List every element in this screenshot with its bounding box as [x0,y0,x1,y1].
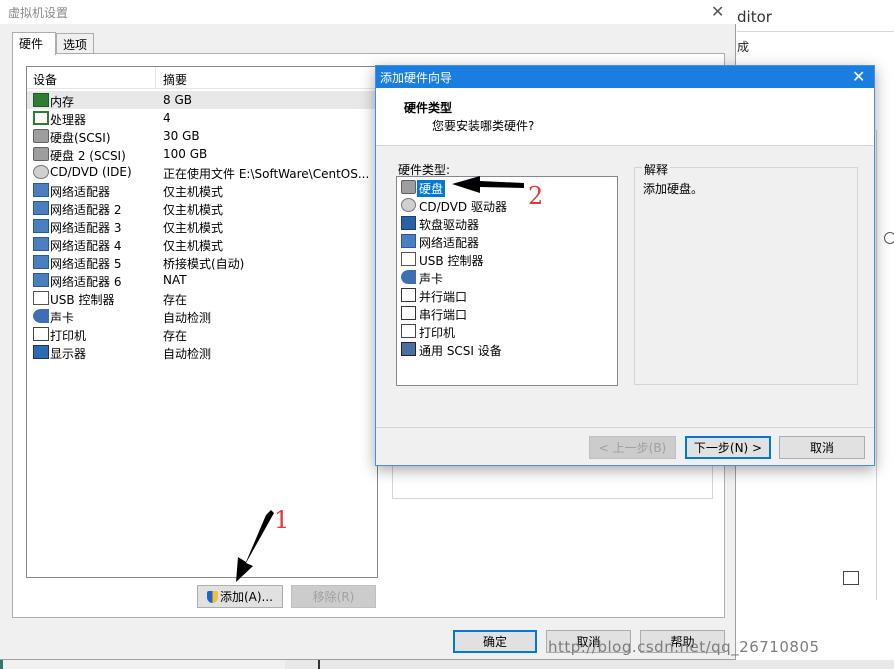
annotation-number-1: 1 [274,506,290,534]
tab-hardware[interactable]: 硬件 [12,32,56,55]
arrow-2-shape [452,176,524,193]
arrow-1-shape [236,510,274,582]
watermark: http://blog.csdn.net/qq_26710805 [548,638,820,656]
annotation-arrows [236,176,524,582]
annotation-number-2: 2 [528,182,544,210]
